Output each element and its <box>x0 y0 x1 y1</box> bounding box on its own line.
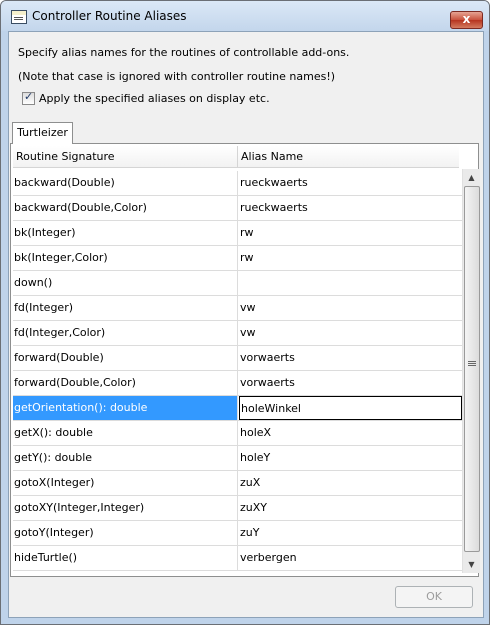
routine-signature-cell[interactable]: gotoXY(Integer,Integer) <box>13 496 238 520</box>
table-row[interactable]: fd(Integer) vw <box>13 296 462 321</box>
routine-signature-cell[interactable]: hideTurtle() <box>13 546 238 570</box>
close-button[interactable]: x <box>450 11 483 29</box>
alias-name-cell[interactable]: holeX <box>239 421 462 445</box>
routine-signature-cell[interactable]: down() <box>13 271 238 295</box>
scroll-thumb[interactable] <box>464 186 480 552</box>
scroll-down-arrow-icon[interactable]: ▼ <box>463 556 480 573</box>
alias-name-cell[interactable]: holeY <box>239 446 462 470</box>
ok-button[interactable]: OK <box>395 586 473 608</box>
alias-name-cell[interactable]: rueckwaerts <box>239 171 462 195</box>
table-row[interactable]: getY(): double holeY <box>13 446 462 471</box>
alias-name-cell[interactable]: vorwaerts <box>239 346 462 370</box>
alias-name-cell[interactable]: rw <box>239 246 462 270</box>
alias-name-cell[interactable]: vorwaerts <box>239 371 462 395</box>
apply-aliases-label: Apply the specified aliases on display e… <box>39 92 270 105</box>
table-row[interactable]: gotoY(Integer) zuY <box>13 521 462 546</box>
tab-panel-turtleizer: Routine Signature Alias Name backward(Do… <box>10 143 480 577</box>
apply-aliases-checkbox[interactable] <box>22 90 35 105</box>
table-row[interactable]: bk(Integer,Color) rw <box>13 246 462 271</box>
description-line-1: Specify alias names for the routines of … <box>18 46 350 59</box>
routine-signature-cell[interactable]: fd(Integer,Color) <box>13 321 238 345</box>
scroll-grip-icon <box>468 361 476 362</box>
table-row[interactable]: forward(Double,Color) vorwaerts <box>13 371 462 396</box>
routine-signature-cell[interactable]: getX(): double <box>13 421 238 445</box>
routine-signature-cell[interactable]: backward(Double,Color) <box>13 196 238 220</box>
table-row[interactable]: bk(Integer) rw <box>13 221 462 246</box>
alias-name-cell[interactable]: zuX <box>239 471 462 495</box>
alias-name-editor[interactable]: holeWinkel <box>239 396 462 420</box>
vertical-scrollbar[interactable]: ▲ ▼ <box>462 169 480 573</box>
alias-name-cell[interactable]: rw <box>239 221 462 245</box>
dialog-content: Specify alias names for the routines of … <box>8 31 484 618</box>
column-header-signature[interactable]: Routine Signature <box>13 146 238 167</box>
routine-signature-cell[interactable]: getY(): double <box>13 446 238 470</box>
alias-name-cell[interactable]: rueckwaerts <box>239 196 462 220</box>
routine-signature-cell[interactable]: bk(Integer) <box>13 221 238 245</box>
table-row[interactable]: gotoX(Integer) zuX <box>13 471 462 496</box>
alias-name-cell[interactable]: vw <box>239 321 462 345</box>
routine-signature-cell[interactable]: getOrientation(): double <box>13 396 238 420</box>
scroll-up-arrow-icon[interactable]: ▲ <box>463 169 480 186</box>
table-row[interactable]: getX(): double holeX <box>13 421 462 446</box>
alias-name-cell[interactable]: verbergen <box>239 546 462 570</box>
dialog-window: Controller Routine Aliases x Specify ali… <box>0 0 490 625</box>
table-row[interactable]: hideTurtle() verbergen <box>13 546 462 571</box>
routine-signature-cell[interactable]: forward(Double) <box>13 346 238 370</box>
description-line-2: (Note that case is ignored with controll… <box>18 70 336 83</box>
table-row[interactable]: gotoXY(Integer,Integer) zuXY <box>13 496 462 521</box>
table-row[interactable]: backward(Double,Color) rueckwaerts <box>13 196 462 221</box>
title-bar[interactable]: Controller Routine Aliases x <box>1 1 489 31</box>
table-row[interactable]: fd(Integer,Color) vw <box>13 321 462 346</box>
tab-turtleizer[interactable]: Turtleizer <box>12 122 73 144</box>
table-row[interactable]: forward(Double) vorwaerts <box>13 346 462 371</box>
routine-signature-cell[interactable]: gotoX(Integer) <box>13 471 238 495</box>
routine-signature-cell[interactable]: bk(Integer,Color) <box>13 246 238 270</box>
routine-signature-cell[interactable]: gotoY(Integer) <box>13 521 238 545</box>
alias-name-cell[interactable]: vw <box>239 296 462 320</box>
table-row[interactable]: down() <box>13 271 462 296</box>
alias-name-cell[interactable] <box>239 271 462 295</box>
window-title: Controller Routine Aliases <box>32 9 187 23</box>
alias-name-cell[interactable]: zuY <box>239 521 462 545</box>
table-row[interactable]: getOrientation(): double holeWinkel <box>13 396 462 421</box>
column-header-alias[interactable]: Alias Name <box>238 146 459 167</box>
routine-signature-cell[interactable]: fd(Integer) <box>13 296 238 320</box>
alias-name-cell[interactable]: zuXY <box>239 496 462 520</box>
alias-table: backward(Double) rueckwaerts backward(Doub… <box>13 171 462 573</box>
routine-signature-cell[interactable]: backward(Double) <box>13 171 238 195</box>
routine-signature-cell[interactable]: forward(Double,Color) <box>13 371 238 395</box>
table-header: Routine Signature Alias Name <box>13 146 459 168</box>
table-row[interactable]: backward(Double) rueckwaerts <box>13 171 462 196</box>
app-window-icon <box>11 10 27 24</box>
